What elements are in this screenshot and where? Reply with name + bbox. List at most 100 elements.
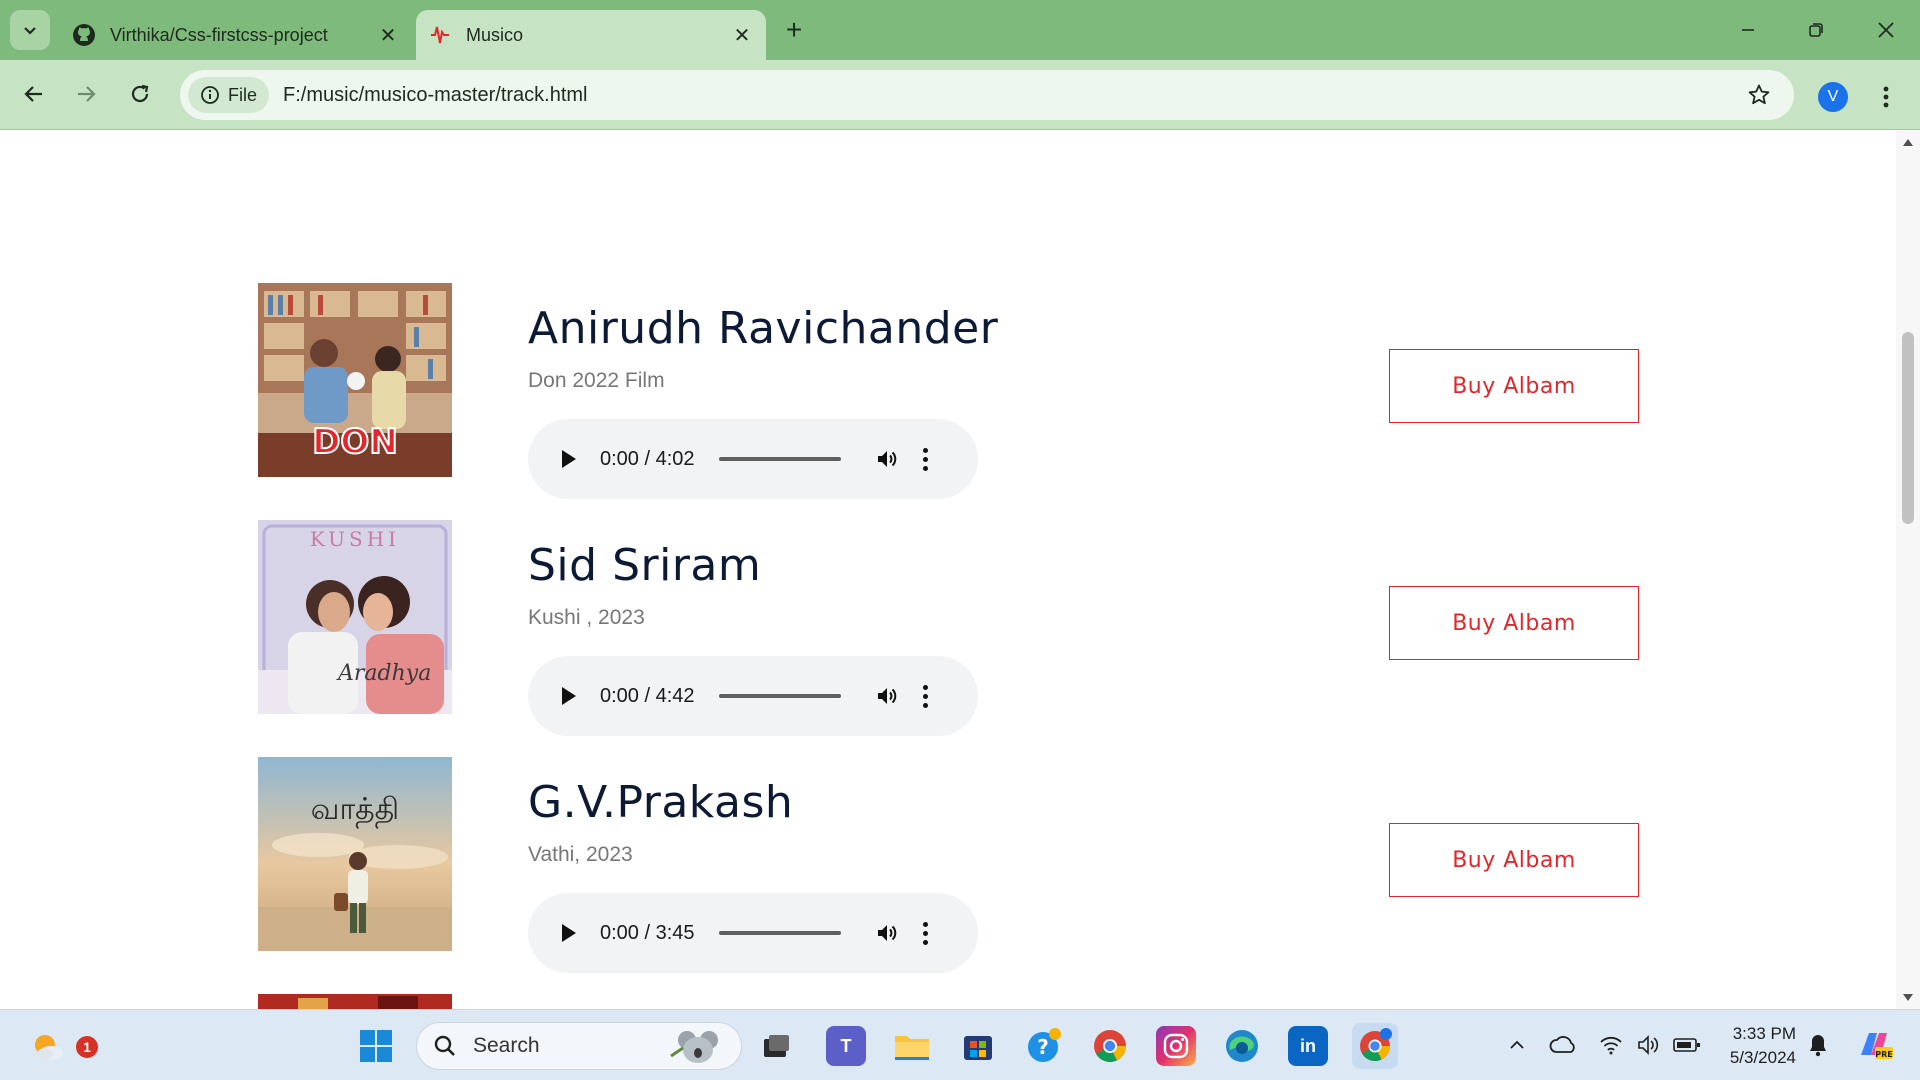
new-tab-button[interactable]: +	[776, 12, 812, 48]
forward-button[interactable]	[66, 74, 106, 114]
search-placeholder: Search	[473, 1034, 540, 1057]
linkedin-icon[interactable]: in	[1288, 1026, 1328, 1066]
weather-icon	[35, 1035, 63, 1060]
reload-button[interactable]	[120, 74, 160, 114]
audio-player[interactable]: 0:00 / 4:02	[528, 419, 978, 499]
tab-musico[interactable]: Musico ✕	[416, 10, 766, 60]
album-subtitle: Don 2022 Film	[528, 369, 665, 392]
buy-album-button[interactable]: Buy Albam	[1389, 586, 1639, 660]
tab-title: Virthika/Css-firstcss-project	[110, 24, 328, 45]
close-window-button[interactable]	[1858, 8, 1914, 52]
instagram-icon[interactable]	[1156, 1026, 1196, 1066]
chrome-icon[interactable]	[1090, 1026, 1130, 1066]
buy-album-button[interactable]: Buy Albam	[1389, 823, 1639, 897]
start-icon[interactable]	[356, 1026, 396, 1066]
site-info-chip[interactable]: File	[188, 77, 270, 113]
scrollbar-thumb[interactable]	[1902, 332, 1914, 524]
browser-tabstrip: Virthika/Css-firstcss-project ✕ Musico ✕…	[0, 0, 1920, 60]
more-options-icon[interactable]	[923, 447, 929, 471]
musico-favicon	[428, 23, 452, 47]
back-button[interactable]	[14, 74, 54, 114]
restore-icon	[1809, 23, 1823, 37]
minimize-button[interactable]	[1720, 8, 1776, 52]
page-viewport: DON Anirudh Ravichander Don 2022 Film 0:…	[0, 131, 1920, 1009]
address-bar[interactable]: File F:/music/musico-master/track.html	[180, 70, 1794, 120]
seek-slider[interactable]	[718, 457, 841, 461]
album-cover-don: DON	[258, 283, 452, 477]
tab-github[interactable]: Virthika/Css-firstcss-project ✕	[60, 10, 412, 60]
taskbar-search[interactable]: Search	[416, 1022, 742, 1070]
help-icon[interactable]: ?	[1024, 1026, 1064, 1066]
reload-icon	[131, 84, 149, 103]
album-subtitle: Vathi, 2023	[528, 843, 633, 866]
artist-name: Sid Sriram	[528, 540, 762, 591]
more-vertical-icon	[1883, 86, 1889, 108]
album-cover-kushi: KUSHI Aradhya	[258, 520, 452, 714]
svg-text:Aradhya: Aradhya	[336, 661, 431, 686]
battery-icon[interactable]	[1672, 1030, 1702, 1060]
teams-icon[interactable]: T	[826, 1026, 866, 1066]
show-hidden-icons-button[interactable]	[1502, 1030, 1532, 1060]
notification-badge: 1	[76, 1036, 98, 1058]
tab-close-icon[interactable]: ✕	[374, 21, 402, 49]
svg-text:DON: DON	[312, 422, 398, 462]
artist-name: G.V.Prakash	[528, 777, 794, 828]
scroll-up-icon[interactable]	[1903, 139, 1913, 146]
playback-time: 0:00 / 4:42	[600, 684, 695, 707]
seek-slider[interactable]	[718, 694, 841, 698]
audio-player[interactable]: 0:00 / 3:45	[528, 893, 978, 973]
chevron-down-icon	[24, 27, 36, 35]
artist-name: Anirudh Ravichander	[528, 303, 999, 354]
page-scrollbar[interactable]	[1896, 131, 1920, 1009]
onedrive-icon[interactable]	[1548, 1030, 1578, 1060]
volume-icon[interactable]	[875, 447, 899, 471]
track-row: KUSHI Aradhya Sid Sriram Kushi , 2023 0:…	[258, 520, 1639, 736]
site-info-label: File	[228, 84, 258, 105]
playback-time: 0:00 / 4:02	[600, 447, 695, 470]
svg-text:KUSHI: KUSHI	[310, 527, 400, 551]
notification-bell-icon[interactable]	[1803, 1030, 1833, 1060]
profile-avatar[interactable]: V	[1818, 82, 1848, 112]
restore-button[interactable]	[1788, 8, 1844, 52]
bookmark-button[interactable]	[1744, 80, 1774, 110]
more-options-icon[interactable]	[923, 921, 929, 945]
speaker-icon[interactable]	[1634, 1030, 1664, 1060]
github-icon	[72, 23, 96, 47]
system-clock[interactable]: 3:33 PM 5/3/2024	[1716, 1022, 1796, 1070]
star-icon	[1748, 84, 1770, 105]
clock-time: 3:33 PM	[1732, 1024, 1796, 1043]
volume-icon[interactable]	[875, 684, 899, 708]
album-subtitle: Kushi , 2023	[528, 606, 645, 629]
buy-album-button[interactable]: Buy Albam	[1389, 349, 1639, 423]
play-icon[interactable]	[562, 924, 576, 942]
store-icon[interactable]	[958, 1026, 998, 1066]
arrow-left-icon	[24, 86, 42, 102]
seek-slider[interactable]	[718, 931, 841, 935]
file-explorer-icon[interactable]	[892, 1026, 932, 1066]
wifi-icon[interactable]	[1596, 1030, 1626, 1060]
copilot-icon[interactable]: PRE	[1854, 1026, 1894, 1062]
close-icon	[1878, 22, 1894, 38]
volume-icon[interactable]	[875, 921, 899, 945]
arrow-right-icon	[78, 86, 96, 102]
weather-widget[interactable]: 1	[28, 1026, 98, 1066]
info-icon	[201, 86, 219, 104]
search-icon	[434, 1035, 455, 1056]
play-icon[interactable]	[562, 450, 576, 468]
track-row: வாத்தி G.V.Prakash Vathi, 2023 0:00 / 3:…	[258, 757, 1639, 973]
tab-close-icon[interactable]: ✕	[728, 21, 756, 49]
task-view-icon[interactable]	[756, 1026, 796, 1066]
url-text[interactable]: F:/music/musico-master/track.html	[283, 84, 587, 107]
album-cover-vathi: வாத்தி	[258, 757, 452, 951]
koala-icon	[670, 1031, 718, 1063]
edge-icon[interactable]	[1222, 1026, 1262, 1066]
play-icon[interactable]	[562, 687, 576, 705]
audio-player[interactable]: 0:00 / 4:42	[528, 656, 978, 736]
browser-menu-button[interactable]	[1870, 80, 1902, 114]
track-row: DON Anirudh Ravichander Don 2022 Film 0:…	[258, 283, 1639, 499]
chrome-profile-icon[interactable]	[1352, 1023, 1398, 1069]
track-row	[258, 994, 1638, 1009]
scroll-down-icon[interactable]	[1903, 994, 1913, 1001]
more-options-icon[interactable]	[923, 684, 929, 708]
tab-search-button[interactable]	[10, 10, 50, 50]
